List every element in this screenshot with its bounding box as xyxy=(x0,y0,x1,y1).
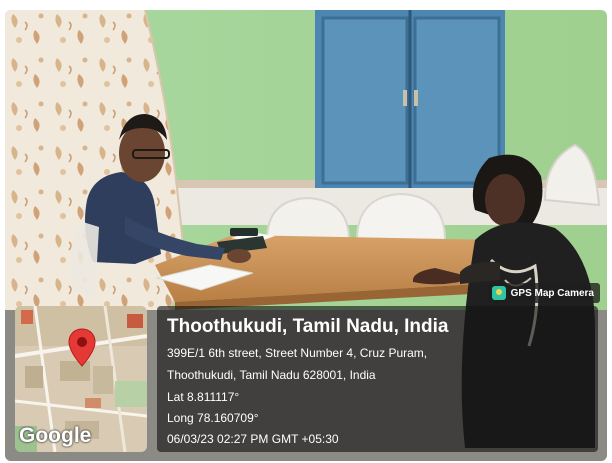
longitude-text: Long 78.160709° xyxy=(167,411,259,425)
badge-label: GPS Map Camera xyxy=(510,287,594,299)
latitude-text: Lat 8.811117° xyxy=(167,390,240,404)
map-pin-icon xyxy=(68,328,96,367)
google-logo: Google xyxy=(19,424,92,447)
map-thumbnail: Google xyxy=(15,306,147,452)
location-info-panel: Thoothukudi, Tamil Nadu, India 399E/1 6t… xyxy=(157,306,598,452)
address-line-1: 399E/1 6th street, Street Number 4, Cruz… xyxy=(167,346,428,360)
timestamp-text: 06/03/23 02:27 PM GMT +05:30 xyxy=(167,432,339,446)
gps-map-camera-badge: GPS Map Camera xyxy=(487,283,600,303)
gps-camera-icon xyxy=(491,286,506,300)
address-line-2: Thoothukudi, Tamil Nadu 628001, India xyxy=(167,368,376,382)
location-title: Thoothukudi, Tamil Nadu, India xyxy=(167,316,449,337)
